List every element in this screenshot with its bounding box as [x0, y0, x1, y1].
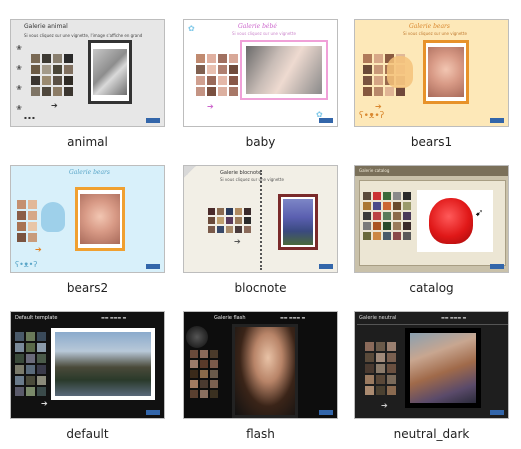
gallery-subtitle: Si vous cliquez sur une vignette — [220, 177, 284, 182]
thumbnail-grid[interactable] — [365, 342, 396, 395]
spiral-binding — [260, 170, 263, 270]
header-bar: Galerie catalog — [355, 166, 508, 176]
next-arrow-icon[interactable]: ➔ — [51, 102, 58, 110]
footer-logo — [319, 410, 333, 415]
theme-default[interactable]: Default template ▬▬ ▬▬▬ ▬ ➔ default — [10, 311, 165, 449]
gallery-subtitle: Si vous cliquez sur une vignette — [403, 31, 467, 36]
thumbnail-grid[interactable] — [31, 54, 73, 96]
next-arrow-icon[interactable]: ➔ — [35, 246, 42, 254]
teddy-bear-image — [41, 202, 65, 232]
next-arrow-icon[interactable]: ➔ — [41, 400, 48, 408]
header-info-text: ▬▬ ▬▬▬ ▬ — [280, 315, 306, 320]
theme-label[interactable]: catalog — [354, 281, 509, 295]
gallery-title: Galerie bears — [409, 23, 451, 30]
header-info-text: ▬▬ ▬▬▬ ▬ — [101, 315, 127, 320]
gallery-title: Galerie blocnote — [220, 170, 262, 176]
gallery-title: Default template — [15, 315, 58, 321]
theme-baby[interactable]: Galerie bébé Si vous cliquez sur une vig… — [183, 19, 338, 164]
baby-face-photo — [80, 194, 120, 244]
theme-flash[interactable]: Galerie flash ▬▬ ▬▬▬ ▬ flash — [183, 311, 338, 449]
gallery-title: Galerie catalog — [359, 168, 390, 173]
gallery-subtitle: Si vous cliquez sur une vignette — [232, 31, 296, 36]
gallery-subtitle: Si vous cliquez sur une vignette, l'imag… — [24, 33, 143, 38]
theme-label[interactable]: default — [10, 427, 165, 441]
footer-logo — [319, 118, 333, 123]
gallery-title: Galerie animal — [24, 23, 68, 30]
red-devil-plush-photo — [429, 198, 473, 244]
theme-preview[interactable]: Galerie bears Si vous cliquez sur une vi… — [354, 19, 509, 127]
thumbnail-grid[interactable] — [196, 54, 238, 96]
theme-preview[interactable]: Galerie neutral ▬▬ ▬▬▬ ▬ ➔ — [354, 311, 509, 419]
footer-logo — [490, 410, 504, 415]
next-arrow-icon[interactable]: ➔ — [207, 103, 214, 111]
thumbnail-grid[interactable] — [363, 192, 411, 240]
theme-catalog[interactable]: Galerie catalog ➹ catalog — [354, 165, 509, 310]
theme-label[interactable]: neutral_dark — [354, 427, 509, 441]
main-photo-frame — [75, 187, 125, 251]
theme-preview[interactable]: Galerie bears ➔ ʕ•ᴥ•ʔ — [10, 165, 165, 273]
theme-label[interactable]: animal — [10, 135, 165, 149]
theme-bears1[interactable]: Galerie bears Si vous cliquez sur une vi… — [354, 19, 509, 164]
thumbnail-grid[interactable] — [15, 332, 46, 396]
footer-logo — [146, 410, 160, 415]
thumbnail-grid[interactable] — [208, 208, 251, 233]
baby-face-photo — [428, 47, 464, 97]
theme-label[interactable]: blocnote — [183, 281, 338, 295]
thumbnail-grid[interactable] — [190, 350, 218, 398]
gallery-title: Galerie flash — [214, 315, 246, 321]
bear-icon: ʕ•ᴥ•ʔ — [15, 260, 38, 269]
baby-hand-photo — [246, 46, 322, 94]
theme-neutral-dark[interactable]: Galerie neutral ▬▬ ▬▬▬ ▬ ➔ neutral_dark — [354, 311, 509, 449]
theme-preview[interactable]: Galerie catalog ➹ — [354, 165, 509, 273]
mountain-landscape-photo — [55, 332, 151, 396]
header-info-text: ▬▬ ▬▬▬ ▬ — [441, 315, 467, 320]
family-photo — [410, 333, 476, 403]
next-arrow-icon[interactable]: ➔ — [234, 238, 241, 246]
theme-label[interactable]: bears1 — [354, 135, 509, 149]
main-photo-frame — [88, 40, 132, 104]
main-photo-frame — [232, 324, 298, 418]
theme-label[interactable]: baby — [183, 135, 338, 149]
footer-logo — [319, 264, 333, 269]
footer-logo — [146, 118, 160, 123]
flash-burst-decoration — [186, 326, 208, 348]
theme-bears2[interactable]: Galerie bears ➔ ʕ•ᴥ•ʔ bears2 — [10, 165, 165, 310]
page-curl-decoration — [184, 166, 196, 178]
main-photo-frame — [423, 40, 469, 104]
theme-preview[interactable]: Default template ▬▬ ▬▬▬ ▬ ➔ — [10, 311, 165, 419]
main-photo-frame: ➹ — [417, 190, 493, 252]
theme-preview[interactable]: Galerie bébé Si vous cliquez sur une vig… — [183, 19, 338, 127]
theme-blocnote[interactable]: Galerie blocnote Si vous cliquez sur une… — [183, 165, 338, 310]
bear-icon: ʕ•ᴥ•ʔ — [359, 111, 385, 121]
portrait-photo — [235, 327, 295, 415]
divider — [357, 324, 508, 325]
gallery-title: Galerie bébé — [238, 23, 277, 30]
main-photo-frame — [278, 194, 318, 250]
theme-preview[interactable]: Galerie animal Si vous cliquez sur une v… — [10, 19, 165, 127]
theme-label[interactable]: bears2 — [10, 281, 165, 295]
thumbnail-grid[interactable] — [17, 200, 37, 242]
cats-photo — [93, 49, 127, 95]
rattle-icon: ✿ — [188, 24, 195, 33]
flowers-photo — [283, 199, 313, 245]
main-photo-frame — [405, 328, 481, 408]
main-photo-frame — [240, 40, 328, 100]
next-arrow-icon[interactable]: ➔ — [381, 402, 388, 410]
footer-logo — [146, 264, 160, 269]
theme-preview[interactable]: Galerie blocnote Si vous cliquez sur une… — [183, 165, 338, 273]
gallery-title: Galerie bears — [69, 169, 111, 176]
theme-animal[interactable]: Galerie animal Si vous cliquez sur une v… — [10, 19, 165, 164]
main-photo-frame — [51, 328, 155, 400]
theme-preview[interactable]: Galerie flash ▬▬ ▬▬▬ ▬ — [183, 311, 338, 419]
gallery-title: Galerie neutral — [359, 315, 397, 321]
teddy-bear-image — [387, 56, 413, 88]
theme-label[interactable]: flash — [183, 427, 338, 441]
pitchfork-icon: ➹ — [475, 208, 484, 219]
footer-logo — [490, 264, 504, 269]
footer-logo — [490, 118, 504, 123]
